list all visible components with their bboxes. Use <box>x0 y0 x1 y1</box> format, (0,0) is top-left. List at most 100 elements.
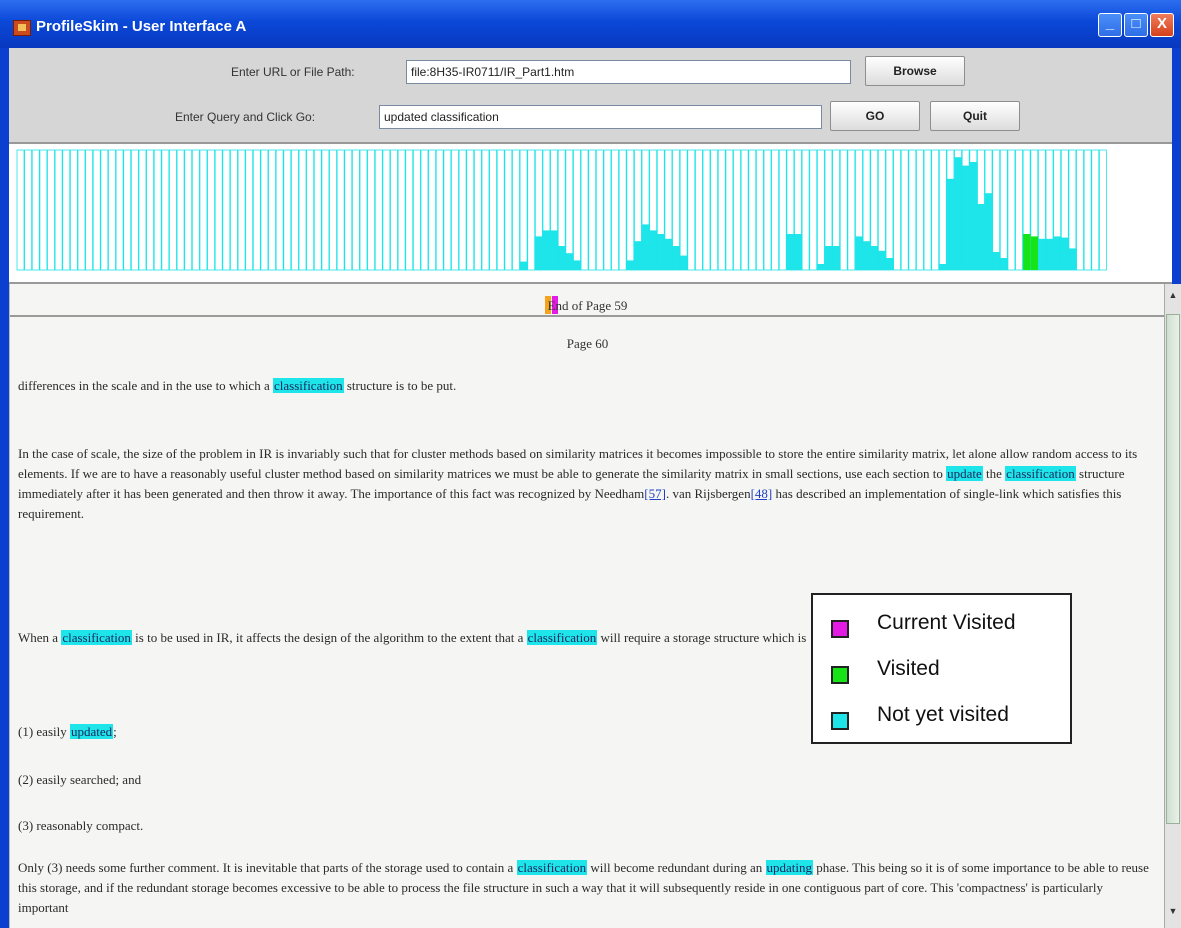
overview-segment[interactable] <box>321 149 330 271</box>
overview-bar[interactable] <box>863 241 871 270</box>
overview-segment[interactable] <box>69 149 78 271</box>
overview-bar[interactable] <box>680 255 688 270</box>
document-overview-chart[interactable] <box>9 142 1172 284</box>
overview-segment[interactable] <box>283 149 292 271</box>
overview-bar[interactable] <box>885 258 894 270</box>
overview-segment[interactable] <box>138 149 147 271</box>
vertical-scrollbar[interactable]: ▲ ▼ <box>1164 284 1181 928</box>
overview-segment[interactable] <box>847 149 856 271</box>
overview-segment[interactable] <box>733 149 741 271</box>
overview-bar[interactable] <box>786 234 795 270</box>
overview-segment[interactable] <box>504 149 513 271</box>
overview-segment[interactable] <box>679 149 688 271</box>
overview-segment[interactable] <box>382 149 391 271</box>
overview-segment[interactable] <box>687 149 696 271</box>
overview-segment[interactable] <box>237 149 246 271</box>
overview-bar[interactable] <box>962 165 970 270</box>
overview-bar[interactable] <box>558 246 567 270</box>
overview-bar[interactable] <box>939 264 948 270</box>
overview-segment[interactable] <box>405 149 414 271</box>
overview-segment[interactable] <box>199 149 208 271</box>
scroll-up-icon[interactable]: ▲ <box>1166 290 1180 304</box>
overview-segment[interactable] <box>740 149 749 271</box>
overview-segment[interactable] <box>16 149 25 271</box>
overview-segment[interactable] <box>390 149 398 271</box>
overview-segment[interactable] <box>230 149 238 271</box>
overview-segment[interactable] <box>512 149 520 271</box>
overview-segment[interactable] <box>428 149 437 271</box>
scroll-down-icon[interactable]: ▼ <box>1166 906 1180 920</box>
overview-segment[interactable] <box>100 149 109 271</box>
overview-segment[interactable] <box>588 149 597 271</box>
overview-segment[interactable] <box>130 149 139 271</box>
overview-segment[interactable] <box>153 149 162 271</box>
overview-bar[interactable] <box>634 241 643 270</box>
overview-segment[interactable] <box>47 149 55 271</box>
overview-segment[interactable] <box>938 149 947 271</box>
overview-segment[interactable] <box>725 149 734 271</box>
overview-segment[interactable] <box>435 149 444 271</box>
overview-segment[interactable] <box>298 149 307 271</box>
overview-segment[interactable] <box>694 149 703 271</box>
overview-segment[interactable] <box>1007 149 1016 271</box>
overview-segment[interactable] <box>916 149 924 271</box>
overview-bar[interactable] <box>977 204 986 270</box>
overview-segment[interactable] <box>611 149 619 271</box>
overview-segment[interactable] <box>329 149 337 271</box>
overview-segment[interactable] <box>999 149 1008 271</box>
go-button[interactable]: GO <box>830 101 920 131</box>
overview-segment[interactable] <box>313 149 322 271</box>
overview-segment[interactable] <box>207 149 215 271</box>
overview-bar[interactable] <box>870 246 879 270</box>
overview-segment[interactable] <box>763 149 772 271</box>
overview-bar[interactable] <box>946 178 955 270</box>
overview-segment[interactable] <box>565 149 574 271</box>
overview-bar[interactable] <box>626 260 635 270</box>
browse-button[interactable]: Browse <box>865 56 965 86</box>
overview-segment[interactable] <box>717 149 726 271</box>
overview-segment[interactable] <box>496 149 505 271</box>
overview-segment[interactable] <box>367 149 376 271</box>
overview-segment[interactable] <box>519 149 528 271</box>
overview-segment[interactable] <box>923 149 932 271</box>
overview-bar[interactable] <box>1061 237 1070 270</box>
overview-segment[interactable] <box>748 149 757 271</box>
overview-bar[interactable] <box>672 246 681 270</box>
overview-segment[interactable] <box>1015 149 1023 271</box>
overview-segment[interactable] <box>54 149 63 271</box>
overview-segment[interactable] <box>573 149 581 271</box>
overview-bar[interactable] <box>794 234 803 270</box>
overview-segment[interactable] <box>595 149 604 271</box>
overview-segment[interactable] <box>839 149 848 271</box>
close-button[interactable]: X <box>1150 13 1174 37</box>
overview-segment[interactable] <box>275 149 284 271</box>
overview-segment[interactable] <box>397 149 406 271</box>
overview-segment[interactable] <box>39 149 48 271</box>
overview-segment[interactable] <box>77 149 86 271</box>
overview-segment[interactable] <box>908 149 917 271</box>
overview-segment[interactable] <box>374 149 383 271</box>
overview-segment[interactable] <box>62 149 71 271</box>
overview-segment[interactable] <box>420 149 429 271</box>
overview-bar[interactable] <box>855 236 864 270</box>
minimize-button[interactable]: _ <box>1098 13 1122 37</box>
overview-segment[interactable] <box>85 149 94 271</box>
overview-segment[interactable] <box>885 149 894 271</box>
overview-bar[interactable] <box>954 157 963 270</box>
overview-bar[interactable] <box>985 193 993 270</box>
overview-bar[interactable] <box>992 252 1001 270</box>
overview-segment[interactable] <box>359 149 368 271</box>
overview-bar[interactable] <box>542 230 551 270</box>
overview-segment[interactable] <box>306 149 315 271</box>
overview-bar[interactable] <box>1030 236 1039 270</box>
overview-bar[interactable] <box>1068 248 1077 270</box>
overview-segment[interactable] <box>268 149 276 271</box>
overview-segment[interactable] <box>771 149 780 271</box>
overview-segment[interactable] <box>31 149 40 271</box>
overview-bar[interactable] <box>878 250 887 270</box>
maximize-button[interactable]: □ <box>1124 13 1148 37</box>
overview-bar[interactable] <box>1023 234 1031 270</box>
overview-bar[interactable] <box>657 234 666 270</box>
overview-segment[interactable] <box>809 149 818 271</box>
overview-segment[interactable] <box>176 149 185 271</box>
